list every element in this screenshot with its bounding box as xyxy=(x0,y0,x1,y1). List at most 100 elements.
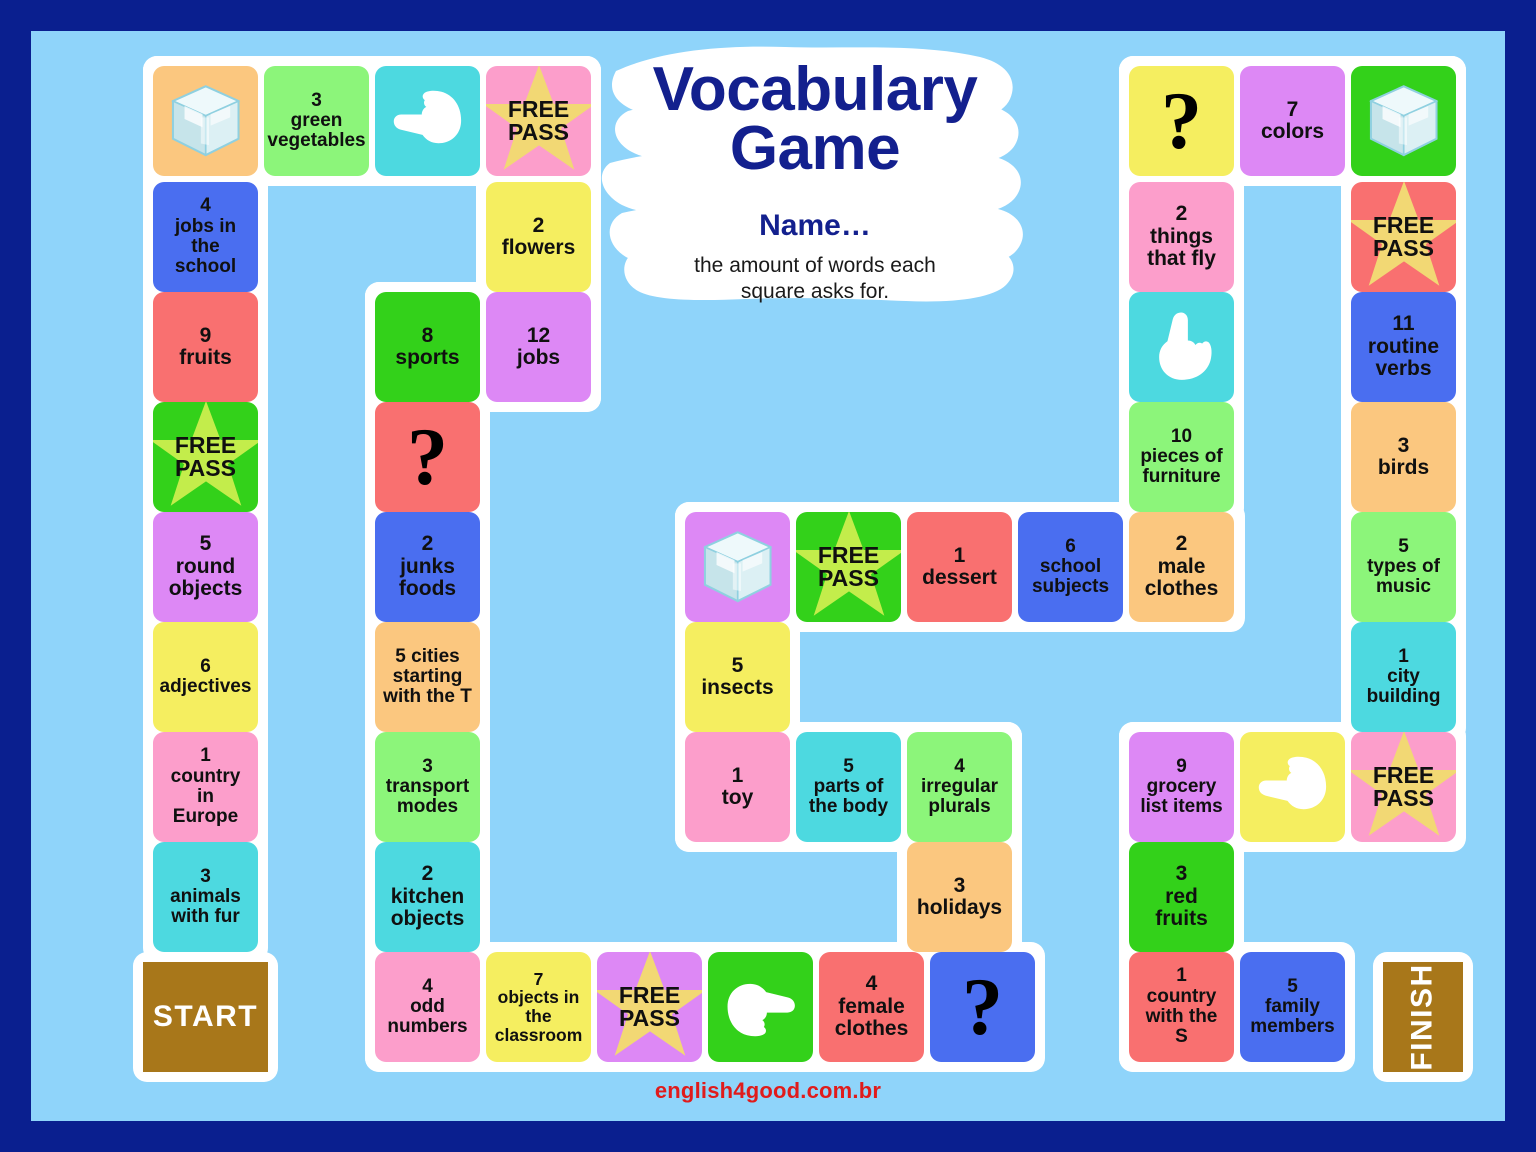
tile-free-pass[interactable]: FREE PASS xyxy=(486,66,591,176)
tile-free-pass[interactable]: FREE PASS xyxy=(1351,182,1456,292)
footer-credit: english4good.com.br xyxy=(654,1078,882,1103)
tile-label: 3 birds xyxy=(1377,433,1430,479)
question-mark-icon: ? xyxy=(962,961,1003,1053)
tile-hand-up[interactable] xyxy=(1129,292,1234,402)
tile-free-pass[interactable]: FREE PASS xyxy=(597,952,702,1062)
tile-prompt[interactable]: 4 odd numbers xyxy=(375,952,480,1062)
free-pass-label: FREE PASS xyxy=(817,541,880,591)
tile-label: 4 female clothes xyxy=(834,972,909,1041)
start-tile[interactable]: START xyxy=(143,962,268,1072)
tile-label: 3 animals with fur xyxy=(170,865,241,928)
tile-prompt[interactable]: 9 fruits xyxy=(153,292,258,402)
start-label: START xyxy=(152,1000,259,1033)
tile-ice-cube[interactable] xyxy=(685,512,790,622)
tile-prompt[interactable]: 3 transport modes xyxy=(375,732,480,842)
tile-free-pass[interactable]: FREE PASS xyxy=(1351,732,1456,842)
tile-label: 3 transport modes xyxy=(385,755,470,818)
tile-hand-left[interactable] xyxy=(1240,732,1345,842)
tile-label: 2 flowers xyxy=(501,213,576,259)
tile-label: 12 jobs xyxy=(516,323,561,369)
tile-label: 4 irregular plurals xyxy=(920,755,999,818)
free-pass-label: FREE PASS xyxy=(618,981,681,1031)
tile-prompt[interactable]: 6 school subjects xyxy=(1018,512,1123,622)
tile-ice-cube[interactable] xyxy=(153,66,258,176)
tile-prompt[interactable]: 2 male clothes xyxy=(1129,512,1234,622)
tile-question-mark[interactable]: ? xyxy=(930,952,1035,1062)
tile-prompt[interactable]: 7 objects in the classroom xyxy=(486,952,591,1062)
tile-label: 5 cities starting with the T xyxy=(383,645,472,708)
tile-question-mark[interactable]: ? xyxy=(1129,66,1234,176)
tile-label: 9 grocery list items xyxy=(1140,755,1223,818)
tile-prompt[interactable]: 5 family members xyxy=(1240,952,1345,1062)
tile-hand-left[interactable] xyxy=(375,66,480,176)
tile-prompt[interactable]: 2 flowers xyxy=(486,182,591,292)
tile-prompt[interactable]: 5 insects xyxy=(685,622,790,732)
finish-tile[interactable]: FINISH xyxy=(1383,962,1463,1072)
tile-label: 1 dessert xyxy=(922,543,997,589)
tile-label: 7 colors xyxy=(1260,97,1325,143)
tile-label: 6 school subjects xyxy=(1031,535,1110,598)
tile-label: 2 junks foods xyxy=(398,532,457,601)
pointing-hand-right-icon xyxy=(727,984,795,1037)
tile-label: 4 odd numbers xyxy=(387,975,468,1038)
tile-prompt[interactable]: 2 things that fly xyxy=(1129,182,1234,292)
tile-prompt[interactable]: 12 jobs xyxy=(486,292,591,402)
tile-prompt[interactable]: 5 parts of the body xyxy=(796,732,901,842)
tile-prompt[interactable]: 4 female clothes xyxy=(819,952,924,1062)
tile-prompt[interactable]: 3 animals with fur xyxy=(153,842,258,952)
tile-prompt[interactable]: 1 dessert xyxy=(907,512,1012,622)
title-description: the amount of words each square asks for… xyxy=(600,253,1030,306)
tile-prompt[interactable]: 4 irregular plurals xyxy=(907,732,1012,842)
tile-prompt[interactable]: 5 round objects xyxy=(153,512,258,622)
tile-prompt[interactable]: 6 adjectives xyxy=(153,622,258,732)
tile-free-pass[interactable]: FREE PASS xyxy=(796,512,901,622)
tile-label: 10 pieces of furniture xyxy=(1140,425,1223,488)
tile-prompt[interactable]: 2 kitchen objects xyxy=(375,842,480,952)
tile-label: 5 round objects xyxy=(168,532,243,601)
description-line-2: square asks for. xyxy=(740,280,890,304)
tile-prompt[interactable]: 11 routine verbs xyxy=(1351,292,1456,402)
tile-prompt[interactable]: 1 toy xyxy=(685,732,790,842)
question-mark-icon: ? xyxy=(407,411,448,503)
tile-ice-cube[interactable] xyxy=(1351,66,1456,176)
tile-label: 3 red fruits xyxy=(1155,862,1208,931)
tile-prompt[interactable]: 2 junks foods xyxy=(375,512,480,622)
tile-prompt[interactable]: 1 city building xyxy=(1351,622,1456,732)
tile-prompt[interactable]: 9 grocery list items xyxy=(1129,732,1234,842)
game-board: Vocabulary Game Name… the amount of word… xyxy=(31,31,1505,1121)
tile-label: 1 city building xyxy=(1366,645,1441,708)
tile-label: 5 parts of the body xyxy=(808,755,889,818)
tile-label: 5 types of music xyxy=(1367,535,1440,598)
tile-prompt[interactable]: 4 jobs in the school xyxy=(153,182,258,292)
tile-label: 5 insects xyxy=(701,653,774,699)
tile-prompt[interactable]: 3 holidays xyxy=(907,842,1012,952)
tile-prompt[interactable]: 3 birds xyxy=(1351,402,1456,512)
free-pass-label: FREE PASS xyxy=(1372,211,1435,261)
page-title: Vocabulary Game xyxy=(600,59,1030,180)
tile-hand-right[interactable] xyxy=(708,952,813,1062)
tile-label: 2 male clothes xyxy=(1144,532,1219,601)
tile-prompt[interactable]: 5 cities starting with the T xyxy=(375,622,480,732)
tile-prompt[interactable]: 1 country in Europe xyxy=(153,732,258,842)
description-line-1: the amount of words each xyxy=(694,254,936,277)
tile-free-pass[interactable]: FREE PASS xyxy=(153,402,258,512)
tile-prompt[interactable]: 7 colors xyxy=(1240,66,1345,176)
tile-prompt[interactable]: 8 sports xyxy=(375,292,480,402)
tile-label: 11 routine verbs xyxy=(1367,312,1440,381)
tile-label: 2 things that fly xyxy=(1147,202,1216,271)
title-subtitle: Name… xyxy=(759,209,871,242)
free-pass-label: FREE PASS xyxy=(1372,761,1435,811)
tile-prompt[interactable]: 5 types of music xyxy=(1351,512,1456,622)
tile-prompt[interactable]: 10 pieces of furniture xyxy=(1129,402,1234,512)
tile-label: 3 green vegetables xyxy=(267,89,366,152)
ice-cube-icon xyxy=(702,531,773,603)
tile-question-mark[interactable]: ? xyxy=(375,402,480,512)
tile-prompt[interactable]: 3 red fruits xyxy=(1129,842,1234,952)
title-block: Vocabulary Game Name… the amount of word… xyxy=(600,37,1030,307)
tile-label: 7 objects in the classroom xyxy=(494,968,583,1045)
tile-label: 1 country with the S xyxy=(1145,965,1218,1048)
tile-label: 2 kitchen objects xyxy=(390,862,465,931)
tile-prompt[interactable]: 3 green vegetables xyxy=(264,66,369,176)
tile-prompt[interactable]: 1 country with the S xyxy=(1129,952,1234,1062)
pointing-hand-left-icon xyxy=(393,91,461,144)
